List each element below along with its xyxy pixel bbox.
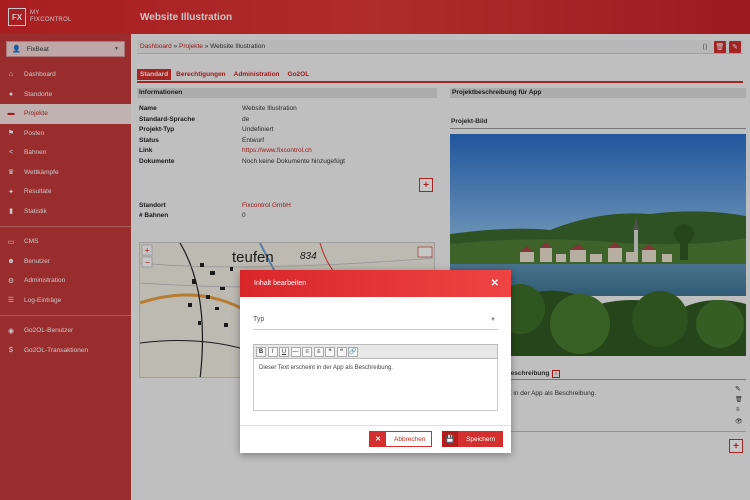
ordered-list-button[interactable]: ≡ — [302, 346, 312, 357]
edit-content-modal: Inhalt bearbeiten ✕ Typ ▼ B I U — ≡ ≡ ❝ … — [240, 270, 511, 453]
modal-footer-divider — [240, 425, 511, 426]
bold-button[interactable]: B — [256, 346, 266, 357]
save-button[interactable]: 💾 Speichern — [442, 431, 504, 447]
chevron-down-icon: ▼ — [490, 317, 496, 323]
close-icon: ✕ — [370, 431, 386, 447]
outdent-button[interactable]: ❝ — [336, 346, 347, 357]
cancel-label: Abbrechen — [394, 435, 426, 443]
close-icon[interactable]: ✕ — [491, 278, 499, 289]
link-button[interactable]: 🔗 — [348, 346, 358, 357]
type-select[interactable]: Typ ▼ — [253, 316, 498, 330]
italic-button[interactable]: I — [267, 346, 278, 357]
modal-title: Inhalt bearbeiten — [254, 280, 307, 287]
rich-text-editor[interactable]: Dieser Text erscheint in der App als Bes… — [253, 359, 498, 411]
save-label: Speichern — [466, 435, 496, 443]
type-select-placeholder: Typ — [253, 316, 265, 323]
indent-button[interactable]: ❝ — [325, 346, 335, 357]
save-icon: 💾 — [442, 431, 458, 447]
unordered-list-button[interactable]: ≡ — [313, 346, 324, 357]
strikethrough-button[interactable]: — — [290, 346, 301, 357]
editor-toolbar: B I U — ≡ ≡ ❝ ❝ 🔗 — [253, 344, 498, 359]
underline-button[interactable]: U — [279, 346, 289, 357]
modal-header: Inhalt bearbeiten — [240, 270, 511, 297]
cancel-button[interactable]: ✕ Abbrechen — [369, 431, 433, 447]
